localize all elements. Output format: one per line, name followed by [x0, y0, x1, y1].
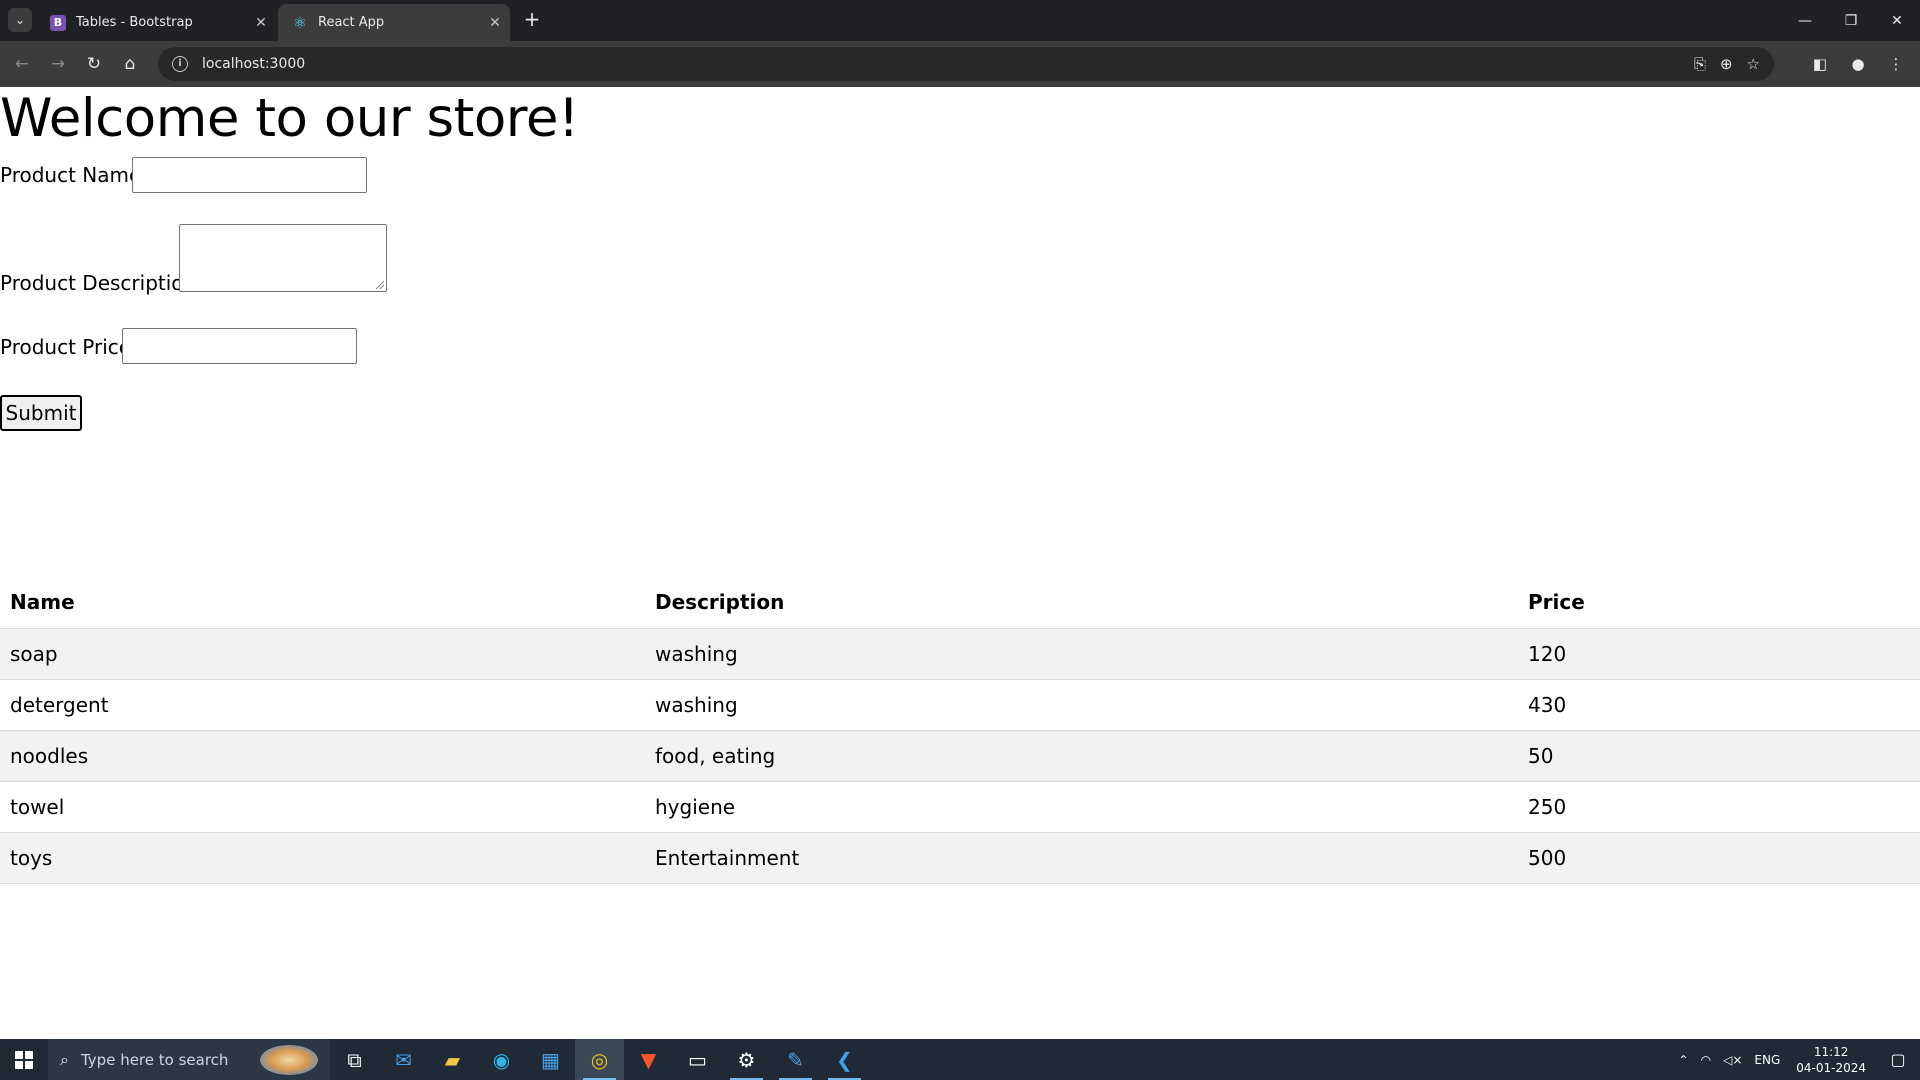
home-icon[interactable]: ⌂: [112, 46, 148, 82]
react-favicon-icon: ⚛: [293, 13, 307, 32]
start-button[interactable]: [0, 1039, 48, 1080]
system-tray: ⌃ ◠ ◁× ENG 11:12 04-01-2024 ▢: [1673, 1039, 1920, 1080]
cell-name: detergent: [0, 679, 645, 731]
cell-price: 250: [1518, 781, 1920, 833]
paint-icon[interactable]: ✎: [771, 1039, 820, 1080]
product-name-label: Product Name:: [0, 163, 149, 187]
cell-name: soap: [0, 628, 645, 680]
browser-tab-strip: ⌄ B Tables - Bootstrap ✕ ⚛ React App ✕ +…: [0, 0, 1920, 41]
new-tab-button[interactable]: +: [520, 8, 544, 32]
minimize-icon[interactable]: —: [1782, 0, 1828, 41]
cell-price: 50: [1518, 730, 1920, 782]
product-price-input[interactable]: [122, 328, 357, 364]
page-title: Welcome to our store!: [0, 88, 579, 149]
address-bar[interactable]: i localhost:3000 ⎘ ⊕ ☆: [158, 47, 1774, 81]
cell-description: Entertainment: [645, 832, 1518, 884]
tab-search-button[interactable]: ⌄: [8, 8, 32, 32]
cell-name: noodles: [0, 730, 645, 782]
cell-price: 500: [1518, 832, 1920, 884]
column-header-description: Description: [645, 577, 1518, 629]
vscode-icon[interactable]: ❮: [820, 1039, 869, 1080]
tab-react-app[interactable]: ⚛ React App ✕: [278, 4, 510, 41]
store-icon[interactable]: ▦: [526, 1039, 575, 1080]
forward-arrow-icon[interactable]: →: [40, 46, 76, 82]
tab-title: Tables - Bootstrap: [76, 15, 193, 30]
product-description-label: Product Description:: [0, 271, 203, 295]
file-explorer-icon[interactable]: ▰: [428, 1039, 477, 1080]
tab-title: React App: [318, 15, 385, 30]
column-header-price: Price: [1518, 577, 1920, 629]
bookmark-star-icon[interactable]: ☆: [1747, 55, 1760, 73]
language-indicator[interactable]: ENG: [1748, 1053, 1786, 1067]
url-text: localhost:3000: [202, 56, 306, 72]
back-arrow-icon[interactable]: ←: [4, 46, 40, 82]
restore-icon[interactable]: ❐: [1828, 0, 1874, 41]
omnibox-icons: ⎘ ⊕ ☆: [1694, 55, 1774, 73]
cell-name: toys: [0, 832, 645, 884]
volume-muted-icon[interactable]: ◁×: [1717, 1053, 1748, 1067]
site-info-icon[interactable]: i: [172, 56, 188, 72]
notification-icon[interactable]: ▢: [1876, 1050, 1920, 1069]
profile-icon[interactable]: ●: [1844, 47, 1872, 81]
chrome-icon[interactable]: ◎: [575, 1039, 624, 1080]
window-controls: — ❐ ✕: [1782, 0, 1920, 41]
taskbar: ⌕ Type here to search ⧉ ✉ ▰ ◉ ▦ ◎ ▼ ▭ ⚙ …: [0, 1039, 1920, 1080]
cell-description: washing: [645, 628, 1518, 680]
search-highlight-doodle-icon: [260, 1045, 318, 1075]
close-window-icon[interactable]: ✕: [1874, 0, 1920, 41]
bootstrap-favicon-icon: B: [50, 14, 66, 31]
clock[interactable]: 11:12 04-01-2024: [1786, 1044, 1876, 1076]
clock-time: 11:12: [1813, 1044, 1849, 1059]
table-header-row: Name Description Price: [0, 577, 1920, 629]
terminal-icon[interactable]: ▭: [673, 1039, 722, 1080]
clock-date: 04-01-2024: [1796, 1060, 1866, 1075]
table-row: soap washing 120: [0, 628, 1920, 680]
table-row: towel hygiene 250: [0, 781, 1920, 833]
windows-logo-icon: [15, 1050, 33, 1069]
side-panel-icon[interactable]: ◧: [1806, 47, 1834, 81]
cell-name: towel: [0, 781, 645, 833]
product-price-label: Product Price:: [0, 335, 138, 359]
zoom-icon[interactable]: ⊕: [1720, 55, 1733, 73]
product-description-textarea[interactable]: [179, 224, 387, 292]
submit-button[interactable]: Submit: [0, 395, 82, 431]
reload-icon[interactable]: ↻: [76, 46, 112, 82]
table-row: toys Entertainment 500: [0, 832, 1920, 884]
table-row: detergent washing 430: [0, 679, 1920, 731]
edge-icon[interactable]: ◉: [477, 1039, 526, 1080]
browser-toolbar: ← → ↻ ⌂ i localhost:3000 ⎘ ⊕ ☆ ◧ ● ⋮: [0, 41, 1920, 87]
close-tab-icon[interactable]: ✕: [480, 15, 510, 31]
search-placeholder: Type here to search: [80, 1050, 229, 1069]
table-row: noodles food, eating 50: [0, 730, 1920, 782]
cell-description: washing: [645, 679, 1518, 731]
close-tab-icon[interactable]: ✕: [246, 15, 276, 31]
mail-icon[interactable]: ✉: [379, 1039, 428, 1080]
products-table: Name Description Price soap washing 120 …: [0, 577, 1920, 884]
menu-kebab-icon[interactable]: ⋮: [1882, 47, 1910, 81]
cell-price: 430: [1518, 679, 1920, 731]
column-header-name: Name: [0, 577, 645, 629]
brave-icon[interactable]: ▼: [624, 1039, 673, 1080]
search-icon: ⌕: [60, 1049, 69, 1069]
cell-price: 120: [1518, 628, 1920, 680]
install-app-icon[interactable]: ⎘: [1694, 55, 1706, 73]
cell-description: food, eating: [645, 730, 1518, 782]
network-icon[interactable]: ◠: [1695, 1053, 1717, 1067]
settings-gear-icon[interactable]: ⚙: [722, 1039, 771, 1080]
cell-description: hygiene: [645, 781, 1518, 833]
task-view-icon[interactable]: ⧉: [330, 1039, 379, 1080]
chevron-down-icon: ⌄: [14, 13, 26, 27]
product-name-input[interactable]: [132, 157, 367, 193]
taskbar-search[interactable]: ⌕ Type here to search: [48, 1039, 330, 1080]
tab-bootstrap[interactable]: B Tables - Bootstrap ✕: [36, 4, 276, 41]
chevron-up-icon[interactable]: ⌃: [1673, 1053, 1695, 1067]
taskbar-apps: ⧉ ✉ ▰ ◉ ▦ ◎ ▼ ▭ ⚙ ✎ ❮: [330, 1039, 869, 1080]
page-content: Welcome to our store! Product Name: Prod…: [0, 87, 1920, 1039]
toolbar-right: ◧ ● ⋮: [1806, 47, 1910, 81]
